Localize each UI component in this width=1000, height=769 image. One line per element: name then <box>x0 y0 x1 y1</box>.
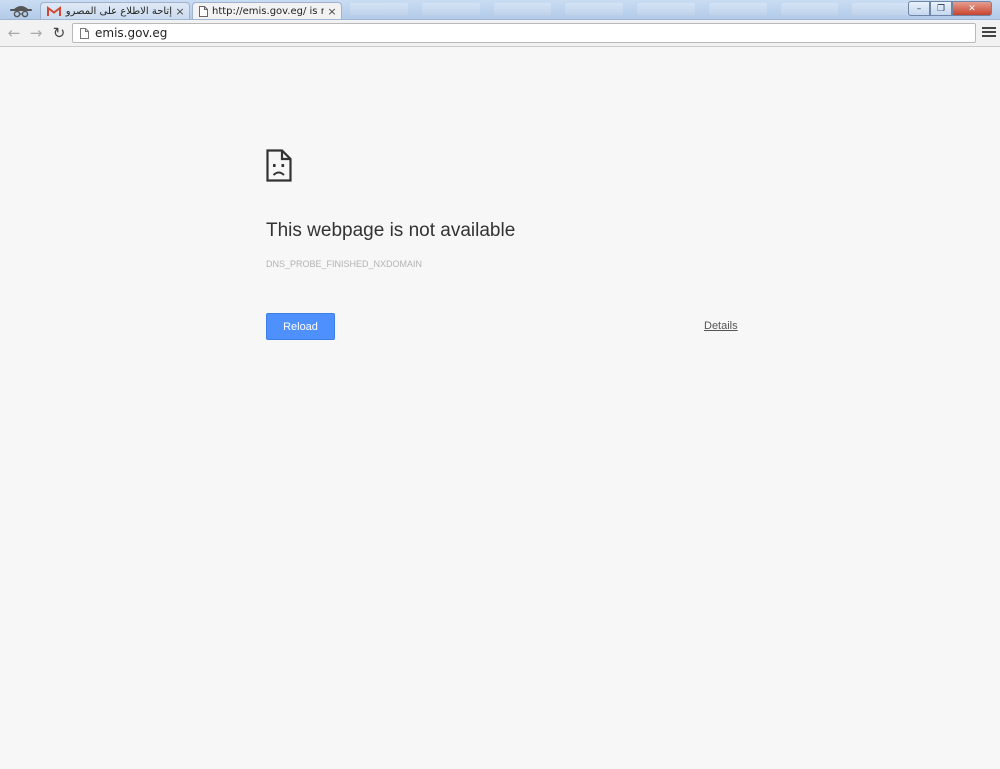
minimize-button[interactable]: – <box>908 1 930 16</box>
gmail-icon <box>47 6 61 16</box>
menu-icon[interactable] <box>982 25 996 39</box>
back-button[interactable]: ← <box>4 23 24 43</box>
background-tab[interactable] <box>565 3 623 15</box>
browser-toolbar: ← → ↻ emis.gov.eg <box>0 20 1000 47</box>
page-icon <box>199 6 208 17</box>
forward-button[interactable]: → <box>26 23 46 43</box>
maximize-button[interactable]: ❐ <box>930 1 952 16</box>
address-bar[interactable]: emis.gov.eg <box>72 23 976 43</box>
close-window-button[interactable]: ✕ <box>952 1 992 16</box>
tab-emis[interactable]: http://emis.gov.eg/ is not × <box>192 2 342 19</box>
url-text[interactable]: emis.gov.eg <box>95 26 167 40</box>
close-tab-icon[interactable]: × <box>327 5 337 18</box>
background-tab[interactable] <box>637 3 695 15</box>
error-code: DNS_PROBE_FINISHED_NXDOMAIN <box>266 259 423 269</box>
close-tab-icon[interactable]: × <box>175 5 185 18</box>
reload-icon[interactable]: ↻ <box>49 23 69 43</box>
error-title: This webpage is not available <box>266 220 516 241</box>
details-link[interactable]: Details <box>704 320 738 332</box>
tab-title: http://emis.gov.eg/ is not <box>212 6 324 17</box>
background-tab[interactable] <box>421 3 480 15</box>
background-tab[interactable] <box>852 3 910 15</box>
tab-gmail[interactable]: إتاحة الاطلاع على المصروفات الد × <box>40 2 190 19</box>
page-icon <box>80 27 89 39</box>
error-page: This webpage is not available DNS_PROBE_… <box>0 48 1000 769</box>
incognito-icon <box>6 1 36 19</box>
tab-title: إتاحة الاطلاع على المصروفات الد <box>65 6 172 17</box>
background-tabs <box>350 3 910 17</box>
reload-button[interactable]: Reload <box>266 313 335 340</box>
background-tab[interactable] <box>493 3 552 15</box>
window-controls: – ❐ ✕ <box>908 1 992 16</box>
background-tab[interactable] <box>708 3 767 15</box>
background-tab[interactable] <box>350 3 408 15</box>
title-bar: إتاحة الاطلاع على المصروفات الد × http:/… <box>0 0 1000 20</box>
background-tab[interactable] <box>780 3 839 15</box>
sad-file-icon <box>266 149 292 182</box>
